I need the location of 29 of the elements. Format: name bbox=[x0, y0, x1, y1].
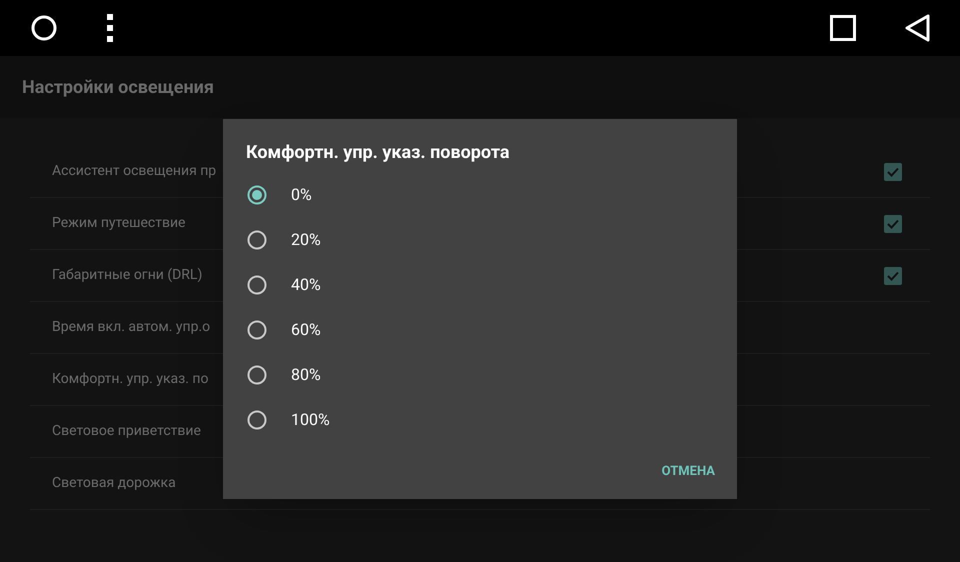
checkbox-icon[interactable] bbox=[884, 266, 902, 284]
radio-option[interactable]: 80% bbox=[223, 352, 737, 397]
option-label: 100% bbox=[291, 408, 330, 430]
option-label: 20% bbox=[291, 228, 321, 250]
option-label: 80% bbox=[291, 364, 321, 386]
checkbox-icon[interactable] bbox=[884, 162, 902, 180]
option-label: 60% bbox=[291, 318, 321, 340]
setting-label: Режим путешествие bbox=[52, 214, 186, 233]
option-label: 0% bbox=[291, 184, 312, 206]
checkbox-icon[interactable] bbox=[884, 214, 902, 232]
setting-label: Габаритные огни (DRL) bbox=[52, 266, 202, 285]
cancel-button[interactable]: ОТМЕНА bbox=[654, 456, 723, 487]
setting-label: Время вкл. автом. упр.о bbox=[52, 318, 210, 337]
back-icon[interactable] bbox=[904, 14, 930, 42]
setting-label: Ассистент освещения пр bbox=[52, 162, 216, 181]
home-icon[interactable] bbox=[30, 14, 58, 42]
option-label: 40% bbox=[291, 274, 321, 296]
radio-option[interactable]: 100% bbox=[223, 397, 737, 442]
radio-option[interactable]: 60% bbox=[223, 307, 737, 352]
dialog-title: Комфортн. упр. указ. поворота bbox=[246, 141, 510, 165]
radio-option[interactable]: 20% bbox=[223, 217, 737, 262]
setting-label: Световая дорожка bbox=[52, 474, 176, 493]
radio-option[interactable]: 40% bbox=[223, 262, 737, 307]
more-icon[interactable] bbox=[106, 13, 114, 43]
setting-label: Комфортн. упр. указ. по bbox=[52, 370, 208, 389]
recents-icon[interactable] bbox=[830, 15, 856, 41]
setting-label: Световое приветствие bbox=[52, 422, 201, 441]
header-title: Настройки освещения bbox=[22, 76, 214, 100]
radio-option[interactable]: 0% bbox=[223, 172, 737, 217]
